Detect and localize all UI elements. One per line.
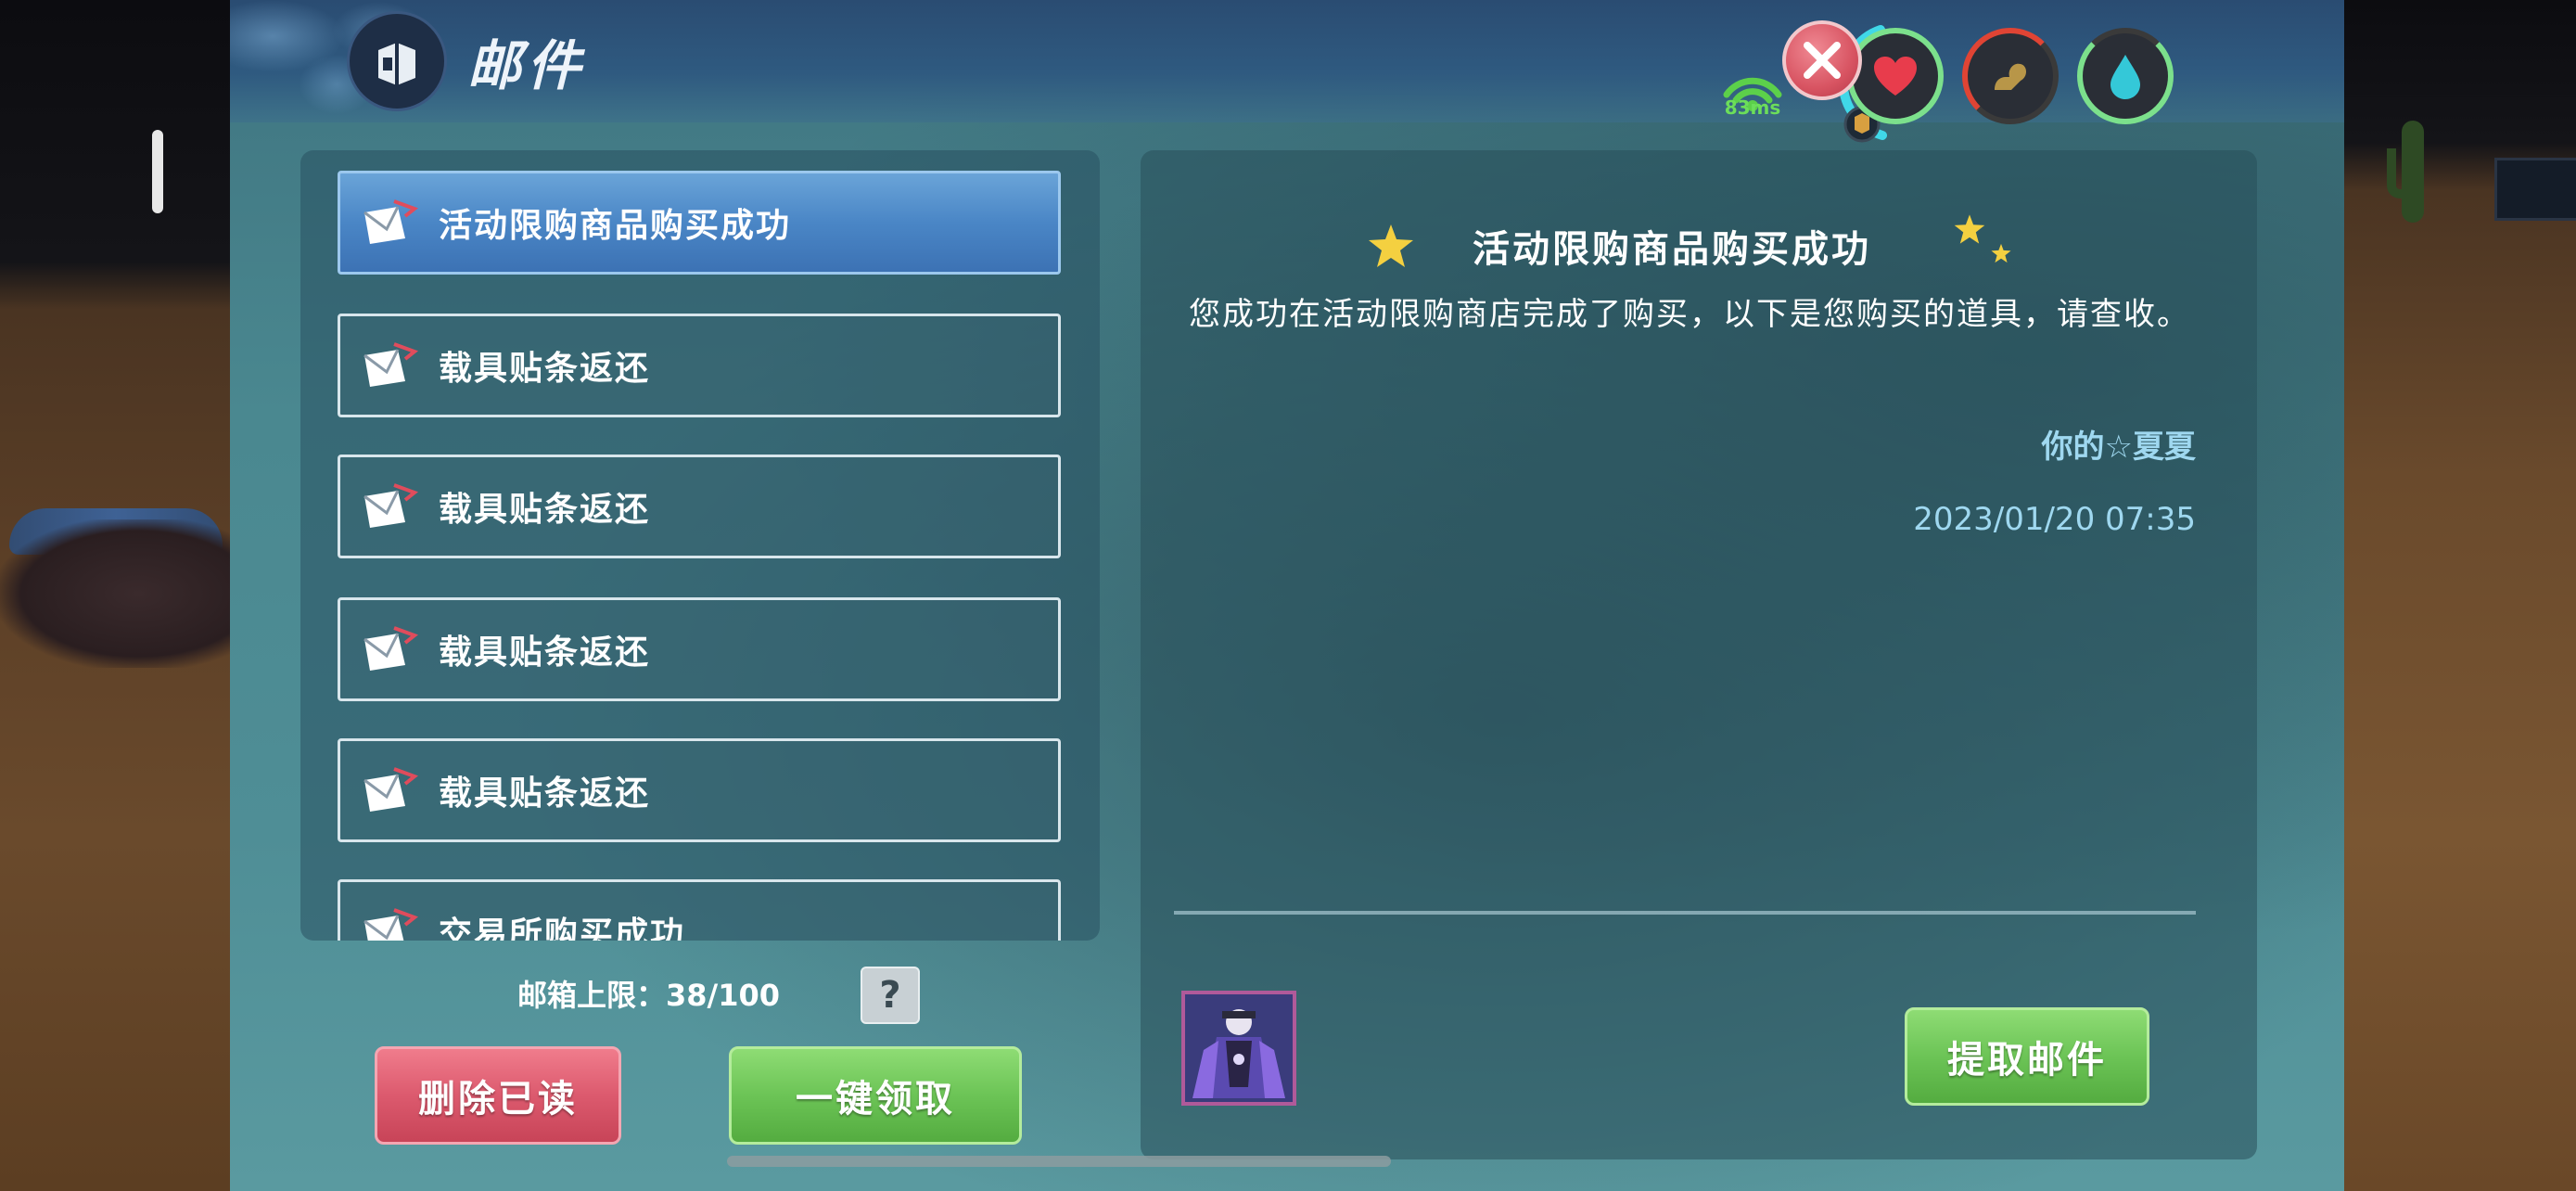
mail-list-item[interactable]: 载具贴条返还 bbox=[338, 597, 1061, 701]
divider bbox=[1174, 911, 2196, 915]
detail-signature: 你的☆夏夏 bbox=[2041, 429, 2196, 466]
arm-icon bbox=[1995, 63, 2026, 90]
delete-read-button[interactable]: 删除已读 bbox=[375, 1046, 621, 1145]
home-indicator[interactable] bbox=[727, 1156, 1391, 1167]
ping-label: 83ms bbox=[1724, 96, 1781, 119]
mail-item-label: 交易所购买成功 bbox=[439, 916, 686, 941]
page-title: 邮件 bbox=[467, 34, 587, 97]
water-stat[interactable] bbox=[2077, 28, 2174, 124]
claim-all-button[interactable]: 一键领取 bbox=[729, 1046, 1022, 1145]
health-stat[interactable] bbox=[1847, 28, 1944, 124]
star-icon bbox=[1369, 224, 1413, 267]
detail-title: 活动限购商品购买成功 bbox=[1473, 228, 1871, 271]
solar-panel bbox=[2494, 158, 2576, 221]
stamina-stat[interactable] bbox=[1962, 28, 2059, 124]
star-icon bbox=[1991, 243, 2011, 263]
mail-item-label: 载具贴条返还 bbox=[439, 350, 651, 388]
envelope-icon bbox=[363, 908, 418, 941]
creature-body bbox=[0, 519, 230, 668]
mail-item-label: 活动限购商品购买成功 bbox=[439, 207, 792, 245]
help-button[interactable]: ? bbox=[861, 967, 920, 1024]
close-button[interactable] bbox=[1782, 20, 1862, 100]
mail-window: 邮件 83ms 活动限购商品购买成功 载具贴条返还 载具贴条返还 载具贴条返还 … bbox=[230, 0, 2344, 1191]
mail-list-item[interactable]: 活动限购商品购买成功 bbox=[338, 171, 1061, 275]
envelope-icon bbox=[363, 199, 418, 244]
droplet-icon bbox=[2111, 55, 2140, 99]
attachment-item-slot[interactable] bbox=[1181, 991, 1296, 1106]
mail-list-panel[interactable]: 活动限购商品购买成功 载具贴条返还 载具贴条返还 载具贴条返还 载具贴条返还 交… bbox=[300, 150, 1100, 941]
envelope-icon bbox=[363, 483, 418, 528]
title-bar: 邮件 83ms bbox=[230, 0, 2344, 143]
cactus-arm bbox=[2387, 148, 2415, 198]
mail-list-item[interactable]: 载具贴条返还 bbox=[338, 314, 1061, 417]
mail-logo-icon bbox=[347, 11, 447, 111]
heart-icon bbox=[1874, 57, 1917, 96]
mail-item-label: 载具贴条返还 bbox=[439, 491, 651, 529]
mail-list-item[interactable]: 载具贴条返还 bbox=[338, 455, 1061, 558]
detail-body: 您成功在活动限购商店完成了购买，以下是您购买的道具，请查收。 bbox=[1189, 296, 2190, 333]
envelope-icon bbox=[363, 767, 418, 812]
mailbox-capacity: 邮箱上限：38/100 bbox=[517, 978, 781, 1013]
character-item-icon bbox=[1185, 994, 1293, 1102]
mail-list-item[interactable]: 交易所购买成功 bbox=[338, 879, 1061, 941]
mail-list-item[interactable]: 载具贴条返还 bbox=[338, 738, 1061, 842]
close-icon bbox=[1804, 42, 1841, 79]
claim-mail-button[interactable]: 提取邮件 bbox=[1905, 1007, 2149, 1106]
star-icon bbox=[1954, 214, 1985, 244]
envelope-icon bbox=[363, 626, 418, 671]
mail-item-label: 载具贴条返还 bbox=[439, 775, 651, 813]
side-handle[interactable] bbox=[152, 130, 163, 213]
detail-date: 2023/01/20 07:35 bbox=[1913, 501, 2196, 538]
mail-item-label: 载具贴条返还 bbox=[439, 634, 651, 672]
envelope-icon bbox=[363, 342, 418, 387]
